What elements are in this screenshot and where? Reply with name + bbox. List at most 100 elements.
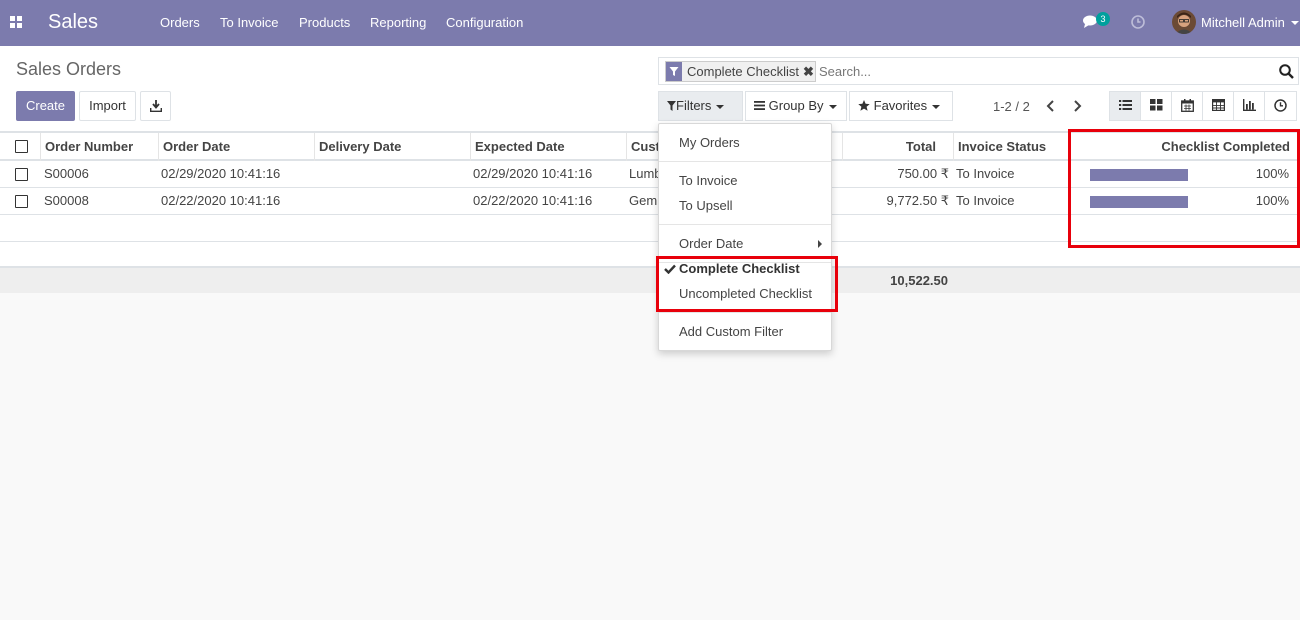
menu-item-products[interactable]: Products xyxy=(299,15,350,30)
empty-row xyxy=(0,215,1300,242)
column-header-order-date[interactable]: Order Date xyxy=(158,133,314,161)
checklist-progress-bar xyxy=(1090,196,1188,208)
menu-item-configuration[interactable]: Configuration xyxy=(446,15,523,30)
create-button[interactable]: Create xyxy=(16,91,75,121)
calendar-view-button[interactable] xyxy=(1172,92,1203,120)
calendar-icon xyxy=(1181,99,1194,112)
filter-option-my-orders[interactable]: My Orders xyxy=(659,131,831,155)
empty-row xyxy=(0,242,1300,267)
filters-label: Filters xyxy=(676,98,712,113)
row-checkbox[interactable] xyxy=(15,168,28,181)
kanban-view-button[interactable] xyxy=(1141,92,1172,120)
filter-option-uncompleted-checklist[interactable]: Uncompleted Checklist xyxy=(659,282,831,306)
row-checkbox[interactable] xyxy=(15,195,28,208)
filter-option-order-date[interactable]: Order Date xyxy=(659,232,831,256)
group-by-button[interactable]: Group By xyxy=(745,91,847,121)
menu-divider xyxy=(659,312,831,313)
cell-order-date: 02/22/2020 10:41:16 xyxy=(161,193,281,208)
checklist-progress-fill xyxy=(1090,169,1188,181)
filter-icon xyxy=(666,62,682,81)
cell-expected-date: 02/22/2020 10:41:16 xyxy=(473,193,593,208)
column-header-expected-date[interactable]: Expected Date xyxy=(470,133,626,161)
pager-previous-button[interactable] xyxy=(1042,96,1060,116)
chevron-right-icon xyxy=(1074,100,1082,112)
filter-icon xyxy=(667,101,676,111)
apps-grid-icon[interactable] xyxy=(10,16,22,28)
star-icon xyxy=(858,100,870,111)
favorites-label: Favorites xyxy=(873,98,928,113)
column-header-invoice-status[interactable]: Invoice Status xyxy=(953,133,1070,161)
column-header-total[interactable]: Total xyxy=(842,133,940,161)
avatar[interactable] xyxy=(1172,10,1196,34)
filter-option-to-upsell[interactable]: To Upsell xyxy=(659,194,831,218)
activity-view-button[interactable] xyxy=(1265,92,1296,120)
facet-label: Complete Checklist xyxy=(687,64,799,79)
filter-option-add-custom-filter[interactable]: Add Custom Filter xyxy=(659,320,831,344)
cell-order-number: S00006 xyxy=(44,166,89,181)
checklist-progress-fill xyxy=(1090,196,1188,208)
column-header-order-number[interactable]: Order Number xyxy=(40,133,158,161)
filter-option-order-date-label: Order Date xyxy=(679,236,744,251)
caret-down-icon xyxy=(828,104,837,109)
search-facet[interactable]: Complete Checklist ✖ xyxy=(665,61,816,82)
menu-divider xyxy=(659,161,831,162)
view-switcher xyxy=(1109,91,1297,121)
app-name[interactable]: Sales xyxy=(48,11,98,34)
table-footer: 10,522.50 xyxy=(0,267,1300,293)
top-navbar: Sales Orders To Invoice Products Reporti… xyxy=(0,0,1300,46)
cell-checklist-percent: 100% xyxy=(1255,166,1289,181)
search-bar[interactable]: Complete Checklist ✖ xyxy=(658,57,1299,85)
bars-icon xyxy=(754,101,765,110)
menu-item-reporting[interactable]: Reporting xyxy=(370,15,426,30)
menu-item-to-invoice[interactable]: To Invoice xyxy=(220,15,279,30)
checkmark-icon xyxy=(664,264,676,274)
column-header-delivery-date[interactable]: Delivery Date xyxy=(314,133,470,161)
pivot-view-button[interactable] xyxy=(1203,92,1234,120)
download-button[interactable] xyxy=(140,91,171,121)
graph-view-button[interactable] xyxy=(1234,92,1265,120)
filter-option-to-invoice[interactable]: To Invoice xyxy=(659,169,831,193)
group-by-label: Group By xyxy=(768,98,824,113)
list-view-button[interactable] xyxy=(1110,92,1141,120)
import-button[interactable]: Import xyxy=(79,91,136,121)
cell-invoice-status: To Invoice xyxy=(956,193,1015,208)
clock-icon[interactable] xyxy=(1131,15,1145,29)
table-row[interactable]: S00008 02/22/2020 10:41:16 02/22/2020 10… xyxy=(0,188,1300,215)
filter-option-complete-checklist-label: Complete Checklist xyxy=(679,261,800,276)
caret-down-icon[interactable] xyxy=(1291,21,1299,25)
cell-order-number: S00008 xyxy=(44,193,89,208)
menu-item-orders[interactable]: Orders xyxy=(160,15,200,30)
page-title: Sales Orders xyxy=(16,59,122,79)
table-row[interactable]: S00006 02/29/2020 10:41:16 02/29/2020 10… xyxy=(0,161,1300,188)
empty-area xyxy=(0,293,1300,620)
table-header: Order Number Order Date Delivery Date Ex… xyxy=(0,131,1300,161)
caret-right-icon xyxy=(818,240,822,248)
menu-divider xyxy=(659,224,831,225)
filters-button[interactable]: Filters xyxy=(658,91,743,121)
cell-order-date: 02/29/2020 10:41:16 xyxy=(161,166,281,181)
chat-count-badge: 3 xyxy=(1096,12,1110,26)
table-icon xyxy=(1212,99,1225,111)
search-input[interactable] xyxy=(819,61,1259,81)
filters-dropdown-menu: My Orders To Invoice To Upsell Order Dat… xyxy=(658,123,832,351)
list-icon xyxy=(1119,100,1132,110)
cell-total: 9,772.50 ₹ xyxy=(886,193,950,208)
pager-next-button[interactable] xyxy=(1068,96,1086,116)
cell-expected-date: 02/29/2020 10:41:16 xyxy=(473,166,593,181)
select-all-checkbox[interactable] xyxy=(15,140,28,153)
caret-down-icon xyxy=(932,104,941,109)
cell-checklist-percent: 100% xyxy=(1255,193,1289,208)
favorites-button[interactable]: Favorites xyxy=(849,91,953,121)
user-name[interactable]: Mitchell Admin xyxy=(1201,15,1285,30)
footer-total: 10,522.50 xyxy=(890,273,948,288)
search-icon[interactable] xyxy=(1279,64,1294,79)
filter-option-complete-checklist[interactable]: Complete Checklist xyxy=(659,257,831,281)
checklist-progress-bar xyxy=(1090,169,1188,181)
clock-icon xyxy=(1274,99,1287,112)
column-header-checklist-completed[interactable]: Checklist Completed xyxy=(1070,133,1294,161)
download-icon xyxy=(150,100,162,112)
bar-chart-icon xyxy=(1243,99,1256,111)
pager-value[interactable]: 1-2 / 2 xyxy=(993,99,1030,114)
facet-remove-icon[interactable]: ✖ xyxy=(803,62,815,81)
chevron-left-icon xyxy=(1046,100,1054,112)
